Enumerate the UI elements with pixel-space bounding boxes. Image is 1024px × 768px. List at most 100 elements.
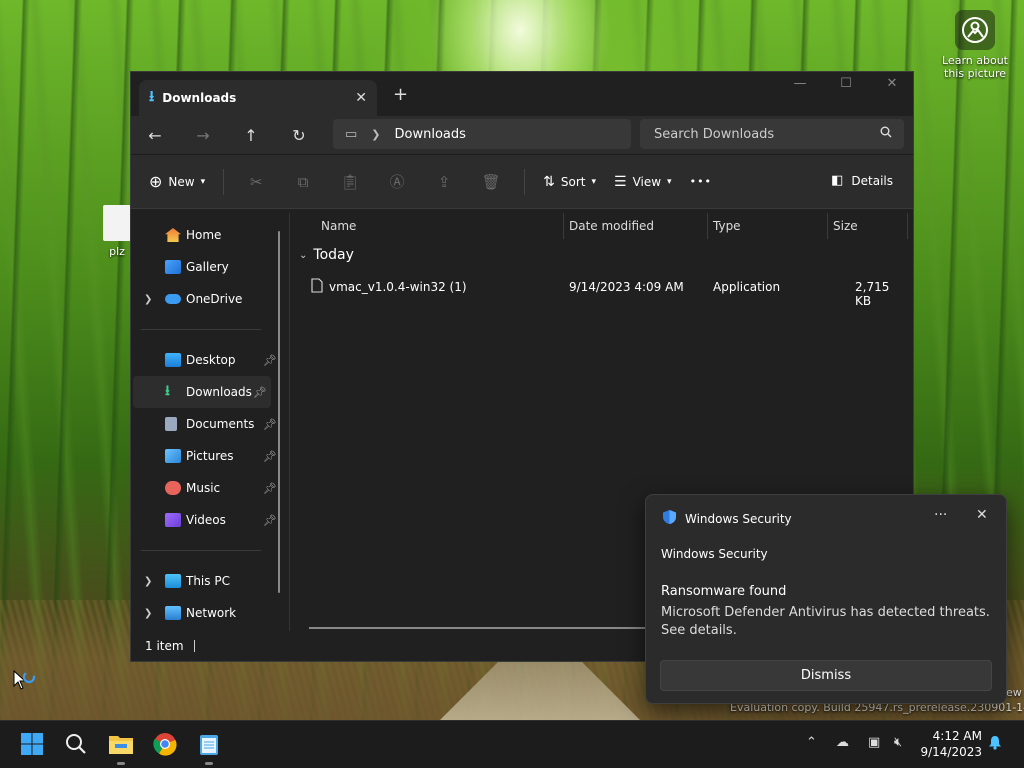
desktop-file[interactable]: plz <box>100 205 134 258</box>
taskbar-clock[interactable]: 4:12 AM 9/14/2023 <box>920 728 982 760</box>
column-divider[interactable] <box>827 213 828 239</box>
forward-arrow-icon[interactable]: → <box>179 126 227 145</box>
nav-item-pictures[interactable]: Pictures 📌︎ <box>131 440 281 472</box>
new-label: New <box>168 174 195 189</box>
nav-label: Network <box>186 606 237 620</box>
rename-icon[interactable]: Ⓐ <box>383 171 411 192</box>
desktop-folder-icon <box>165 353 181 367</box>
pin-icon[interactable]: 📌︎ <box>263 354 277 367</box>
network-monitor-icon[interactable]: ▣ <box>868 735 880 750</box>
search-icon <box>65 733 87 758</box>
new-tab-button[interactable]: + <box>393 84 408 105</box>
start-button[interactable] <box>18 731 46 759</box>
notification-bell-icon[interactable] <box>988 735 1002 754</box>
learn-about-picture[interactable]: Learn about this picture <box>940 10 1010 80</box>
security-notification[interactable]: Windows Security ··· ✕ Windows Security … <box>645 494 1007 704</box>
chevron-down-icon: ⌄ <box>299 249 308 261</box>
plus-circle-icon: ⊕ <box>149 172 163 191</box>
pin-icon[interactable]: 📌︎ <box>263 514 277 527</box>
nav-item-network[interactable]: ❯ Network <box>131 597 281 629</box>
tab-downloads[interactable]: ⭳ Downloads ✕ <box>139 80 377 116</box>
nav-item-onedrive[interactable]: ❯ OneDrive <box>131 283 281 315</box>
nav-item-music[interactable]: Music 📌︎ <box>131 472 281 504</box>
sort-button[interactable]: ⇅ Sort ▾ <box>543 174 596 190</box>
new-button[interactable]: ⊕ New ▾ <box>149 172 205 191</box>
table-row[interactable]: vmac_v1.0.4-win32 (1) 9/14/2023 4:09 AM … <box>309 277 905 308</box>
up-arrow-icon[interactable]: ↑ <box>227 126 275 145</box>
learn-about-label: Learn about this picture <box>942 54 1008 80</box>
column-divider[interactable] <box>907 213 908 239</box>
view-list-icon: ☰ <box>614 173 627 190</box>
column-type[interactable]: Type <box>713 219 741 233</box>
group-header[interactable]: ⌄ Today <box>299 247 354 263</box>
search-button[interactable] <box>62 731 90 759</box>
minimize-icon[interactable]: — <box>777 76 823 91</box>
nav-item-documents[interactable]: Documents 📌︎ <box>131 408 281 440</box>
file-icon <box>311 278 323 296</box>
address-bar[interactable]: ▭ ❯ Downloads <box>333 119 631 149</box>
more-options-button[interactable]: ••• <box>690 175 712 188</box>
column-size[interactable]: Size <box>833 219 858 233</box>
details-button[interactable]: ◧ Details <box>831 173 893 188</box>
column-date[interactable]: Date modified <box>569 219 654 233</box>
cut-icon[interactable]: ✂ <box>242 173 270 191</box>
more-dots-icon[interactable]: ··· <box>934 507 947 523</box>
column-name[interactable]: Name <box>321 219 356 233</box>
nav-label: Pictures <box>186 449 234 463</box>
cloud-sync-icon[interactable]: ☁ <box>836 735 849 750</box>
chevron-right-icon: ❯ <box>371 127 381 141</box>
sort-label: Sort <box>560 174 586 189</box>
column-divider[interactable] <box>707 213 708 239</box>
nav-item-thispc[interactable]: ❯ This PC <box>131 565 281 597</box>
view-button[interactable]: ☰ View ▾ <box>614 174 672 190</box>
nav-scrollbar[interactable] <box>278 231 280 593</box>
pin-icon[interactable]: 📌︎ <box>263 450 277 463</box>
file-date: 9/14/2023 4:09 AM <box>569 280 684 294</box>
nav-item-home[interactable]: Home <box>131 219 281 251</box>
share-icon[interactable]: ⇪ <box>430 173 458 191</box>
column-divider[interactable] <box>563 213 564 239</box>
file-size: 2,715 KB <box>855 280 890 308</box>
nav-item-gallery[interactable]: Gallery <box>131 251 281 283</box>
refresh-icon[interactable]: ↻ <box>275 126 323 145</box>
pictures-icon <box>165 449 181 463</box>
back-arrow-icon[interactable]: ← <box>131 126 179 145</box>
running-indicator <box>205 762 213 765</box>
notification-source: Windows Security <box>685 511 792 526</box>
nav-item-desktop[interactable]: Desktop 📌︎ <box>131 344 281 376</box>
search-input[interactable]: Search Downloads <box>640 119 904 149</box>
nav-label: Downloads <box>186 385 252 399</box>
taskbar-file-explorer[interactable] <box>107 731 135 765</box>
maximize-icon[interactable]: ☐ <box>823 76 869 91</box>
pane-divider[interactable] <box>289 213 290 631</box>
volume-muted-icon[interactable]: 🔇︎ <box>894 735 902 750</box>
folder-icon <box>108 733 134 758</box>
chevron-down-icon: ▾ <box>591 176 596 187</box>
dismiss-button[interactable]: Dismiss <box>660 660 992 691</box>
download-icon: ⭳ <box>165 383 170 399</box>
taskbar-notepad[interactable] <box>195 731 223 765</box>
close-window-icon[interactable]: ✕ <box>869 76 915 91</box>
close-icon[interactable]: ✕ <box>976 507 988 523</box>
file-name: vmac_v1.0.4-win32 (1) <box>329 280 467 294</box>
nav-item-videos[interactable]: Videos 📌︎ <box>131 504 281 536</box>
delete-icon[interactable]: 🗑︎ <box>477 173 505 191</box>
more-dots-icon: ••• <box>689 175 713 188</box>
nav-item-downloads[interactable]: ⭳ Downloads 📌︎ <box>133 376 271 408</box>
download-icon: ⭳ <box>149 86 155 105</box>
monitor-icon: ▭ <box>345 126 358 142</box>
chevron-up-icon[interactable]: ⌃ <box>806 735 817 750</box>
nav-separator <box>141 550 261 551</box>
computer-icon <box>165 574 181 588</box>
taskbar-chrome[interactable] <box>151 731 179 759</box>
pin-icon[interactable]: 📌︎ <box>253 386 267 399</box>
chevron-right-icon[interactable]: ❯ <box>144 608 152 619</box>
chevron-right-icon[interactable]: ❯ <box>144 294 152 305</box>
clock-date: 9/14/2023 <box>920 745 982 759</box>
pin-icon[interactable]: 📌︎ <box>263 418 277 431</box>
close-tab-icon[interactable]: ✕ <box>355 90 367 106</box>
chevron-right-icon[interactable]: ❯ <box>144 576 152 587</box>
copy-icon[interactable]: ⧉ <box>289 173 317 191</box>
pin-icon[interactable]: 📌︎ <box>263 482 277 495</box>
paste-icon[interactable]: 📋︎ <box>336 173 364 191</box>
